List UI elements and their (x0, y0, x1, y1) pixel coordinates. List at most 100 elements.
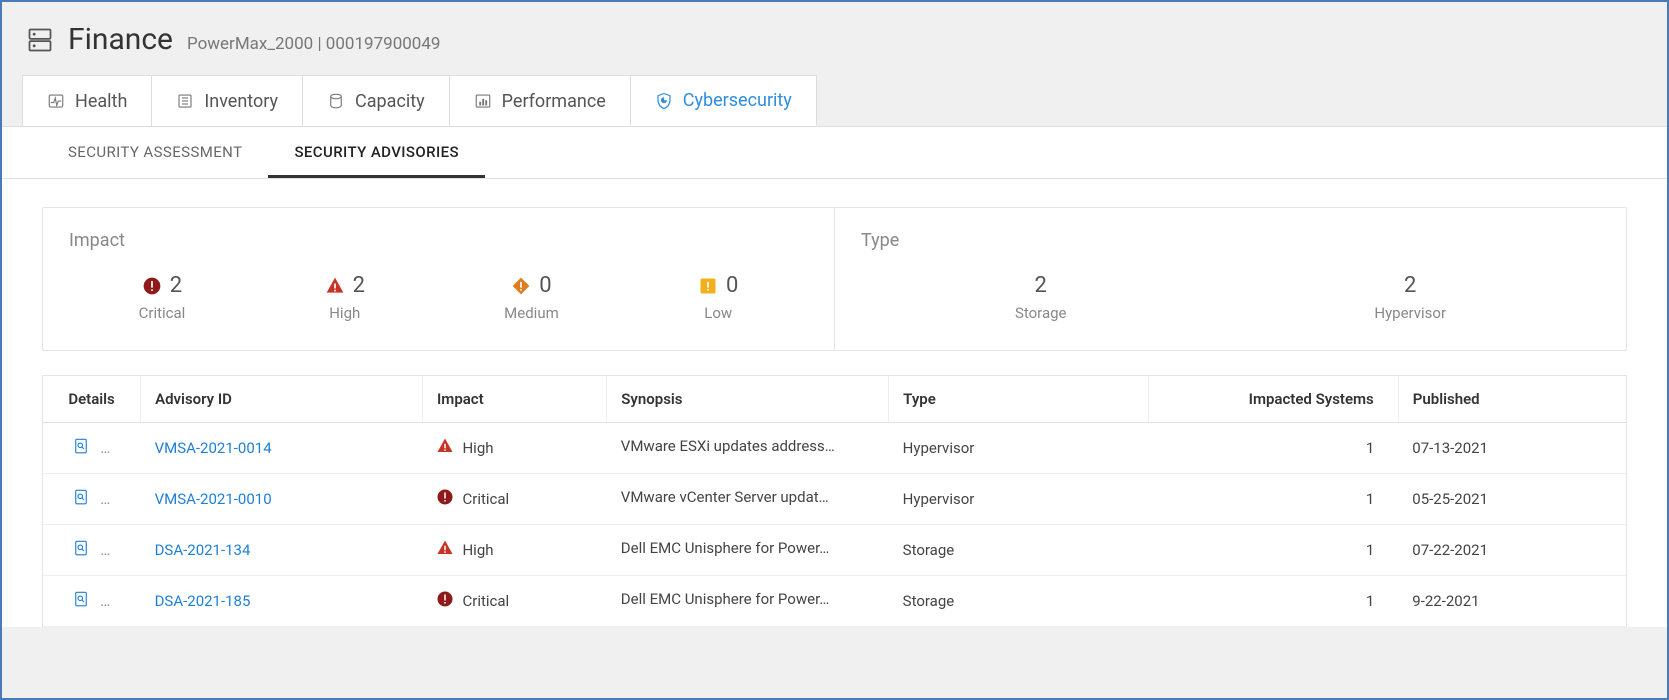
type-card: Type 2 Storage 2 Hypervisor (834, 208, 1626, 350)
low-icon (698, 276, 718, 296)
type-text: Hypervisor (903, 490, 975, 508)
synopsis-text: Dell EMC Unisphere for Power… (621, 539, 830, 557)
stat-high[interactable]: 2 High (325, 273, 365, 322)
impact-text: Critical (462, 490, 509, 508)
stat-storage[interactable]: 2 Storage (1015, 273, 1067, 322)
server-icon (26, 26, 54, 54)
table-row: … DSA-2021-134 High Dell EMC Unisphere f… (43, 525, 1626, 576)
impact-title: Impact (69, 230, 808, 251)
high-icon (325, 276, 345, 296)
stat-label: Hypervisor (1374, 304, 1446, 322)
tab-label: Capacity (355, 91, 425, 112)
stat-count: 0 (726, 273, 738, 298)
health-icon (47, 92, 65, 110)
tab-cybersecurity[interactable]: Cybersecurity (630, 75, 817, 126)
subtab-security-assessment[interactable]: SECURITY ASSESSMENT (42, 127, 268, 178)
tab-label: Cybersecurity (683, 90, 792, 111)
row-more-icon[interactable]: … (100, 439, 111, 457)
advisories-table: Details Advisory ID Impact Synopsis Type… (43, 376, 1626, 627)
stat-count: 0 (539, 273, 551, 298)
tab-capacity[interactable]: Capacity (302, 75, 450, 126)
stat-low[interactable]: 0 Low (698, 273, 738, 322)
impacted-count: 1 (1366, 490, 1374, 508)
stat-count: 2 (353, 273, 365, 298)
impacted-count: 1 (1366, 439, 1374, 457)
critical-icon (142, 276, 162, 296)
summary-row: Impact 2 Critical 2 High (42, 207, 1627, 351)
performance-icon (474, 92, 492, 110)
published-date: 9-22-2021 (1412, 592, 1479, 610)
tab-inventory[interactable]: Inventory (151, 75, 303, 126)
stat-label: Storage (1015, 304, 1067, 322)
advisory-link[interactable]: VMSA-2021-0010 (155, 490, 272, 508)
published-date: 07-22-2021 (1412, 541, 1488, 559)
impacted-count: 1 (1366, 592, 1374, 610)
impact-text: Critical (462, 592, 509, 610)
advisory-link[interactable]: DSA-2021-185 (155, 592, 251, 610)
page-title: Finance (68, 22, 173, 57)
col-synopsis[interactable]: Synopsis (607, 376, 889, 423)
primary-tabs: Health Inventory Capacity Performance Cy… (2, 75, 1667, 126)
col-published[interactable]: Published (1398, 376, 1626, 423)
type-title: Type (861, 230, 1600, 251)
table-row: … VMSA-2021-0010 Critical VMware vCenter… (43, 474, 1626, 525)
type-text: Storage (903, 592, 955, 610)
stat-medium[interactable]: 0 Medium (504, 273, 559, 322)
stat-hypervisor[interactable]: 2 Hypervisor (1374, 273, 1446, 322)
stat-count: 2 (1035, 273, 1047, 298)
col-impact[interactable]: Impact (422, 376, 606, 423)
stat-label: Medium (504, 304, 559, 322)
advisory-link[interactable]: VMSA-2021-0014 (155, 439, 272, 457)
impacted-count: 1 (1366, 541, 1374, 559)
secondary-tabs: SECURITY ASSESSMENT SECURITY ADVISORIES (2, 127, 1667, 179)
advisories-table-wrap: Details Advisory ID Impact Synopsis Type… (42, 375, 1627, 627)
stat-label: High (325, 304, 365, 322)
synopsis-text: Dell EMC Unisphere for Power… (621, 590, 830, 608)
row-more-icon[interactable]: … (100, 541, 111, 559)
advisory-link[interactable]: DSA-2021-134 (155, 541, 251, 559)
type-text: Hypervisor (903, 439, 975, 457)
published-date: 07-13-2021 (1412, 439, 1488, 457)
capacity-icon (327, 92, 345, 110)
impact-text: High (462, 541, 493, 559)
shield-icon (655, 92, 673, 110)
impact-text: High (462, 439, 493, 457)
stat-count: 2 (170, 273, 182, 298)
medium-icon (511, 276, 531, 296)
page-subtitle: PowerMax_2000 | 000197900049 (187, 34, 441, 54)
view-details-icon[interactable] (72, 539, 90, 561)
table-row: … VMSA-2021-0014 High VMware ESXi update… (43, 423, 1626, 474)
stat-count: 2 (1404, 273, 1416, 298)
critical-icon (436, 590, 454, 612)
tab-health[interactable]: Health (22, 75, 152, 126)
col-advisory-id[interactable]: Advisory ID (141, 376, 423, 423)
stat-label: Critical (139, 304, 186, 322)
synopsis-text: VMware ESXi updates address… (621, 437, 835, 455)
view-details-icon[interactable] (72, 437, 90, 459)
inventory-icon (176, 92, 194, 110)
tab-label: Inventory (204, 91, 278, 112)
tab-label: Performance (502, 91, 606, 112)
high-icon (436, 539, 454, 561)
published-date: 05-25-2021 (1412, 490, 1488, 508)
synopsis-text: VMware vCenter Server updat… (621, 488, 829, 506)
table-row: … DSA-2021-185 Critical Dell EMC Unisphe… (43, 576, 1626, 627)
view-details-icon[interactable] (72, 488, 90, 510)
view-details-icon[interactable] (72, 590, 90, 612)
high-icon (436, 437, 454, 459)
tab-performance[interactable]: Performance (449, 75, 631, 126)
type-text: Storage (903, 541, 955, 559)
impact-card: Impact 2 Critical 2 High (43, 208, 834, 350)
col-details[interactable]: Details (43, 376, 141, 423)
content-area: SECURITY ASSESSMENT SECURITY ADVISORIES … (2, 126, 1667, 627)
col-impacted-systems[interactable]: Impacted Systems (1149, 376, 1398, 423)
row-more-icon[interactable]: … (100, 592, 111, 610)
page-header: Finance PowerMax_2000 | 000197900049 (2, 2, 1667, 75)
subtab-security-advisories[interactable]: SECURITY ADVISORIES (268, 127, 485, 178)
stat-label: Low (698, 304, 738, 322)
critical-icon (436, 488, 454, 510)
stat-critical[interactable]: 2 Critical (139, 273, 186, 322)
col-type[interactable]: Type (889, 376, 1149, 423)
tab-label: Health (75, 91, 127, 112)
row-more-icon[interactable]: … (100, 490, 111, 508)
